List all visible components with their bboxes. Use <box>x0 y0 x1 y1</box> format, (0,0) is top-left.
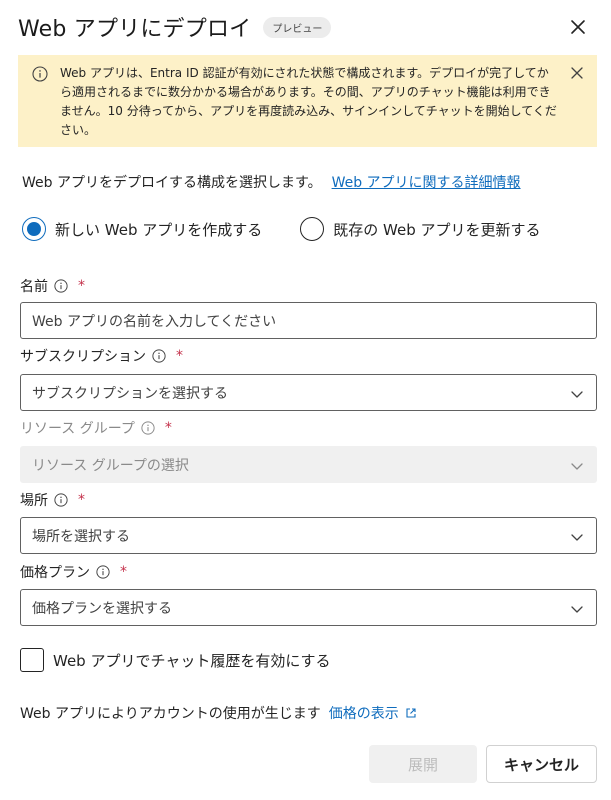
resource-group-label-text: リソース グループ <box>20 421 135 437</box>
chat-history-label: Web アプリでチャット履歴を有効にする <box>53 651 331 670</box>
pricing-plan-label-text: 価格プラン <box>20 565 90 581</box>
radio-create-new[interactable]: 新しい Web アプリを作成する <box>22 217 262 241</box>
required-marker: * <box>78 492 85 508</box>
info-icon[interactable] <box>96 565 110 579</box>
learn-more-link[interactable]: Web アプリに関する詳細情報 <box>332 175 521 191</box>
dialog-title: Web アプリにデプロイ <box>18 17 252 42</box>
location-select-value: 場所を選択する <box>32 528 130 545</box>
radio-update-existing[interactable]: 既存の Web アプリを更新する <box>300 217 541 241</box>
resource-group-label: リソース グループ * <box>20 418 172 438</box>
required-marker: * <box>78 278 85 294</box>
subscription-select-value: サブスクリプションを選択する <box>32 385 228 402</box>
name-label-text: 名前 <box>20 279 48 295</box>
close-icon[interactable] <box>566 15 590 39</box>
view-pricing-link[interactable]: 価格の表示 <box>329 703 417 723</box>
deploy-button[interactable]: 展開 <box>369 745 477 783</box>
info-icon[interactable] <box>54 279 68 293</box>
location-label-text: 場所 <box>20 493 48 509</box>
radio-selected-indicator[interactable] <box>22 217 46 241</box>
info-banner: Web アプリは、Entra ID 認証が有効にされた状態で構成されます。デプロ… <box>18 55 597 147</box>
chevron-down-icon <box>571 391 583 398</box>
location-label: 場所 * <box>20 490 85 510</box>
required-marker: * <box>120 564 127 580</box>
resource-group-select-value: リソース グループの選択 <box>32 457 189 474</box>
info-icon[interactable] <box>54 493 68 507</box>
location-select[interactable]: 場所を選択する <box>20 517 597 554</box>
required-marker: * <box>176 348 183 364</box>
dismiss-icon[interactable] <box>568 64 586 82</box>
view-pricing-link-text: 価格の表示 <box>328 706 399 722</box>
pricing-plan-label: 価格プラン * <box>20 562 127 582</box>
info-icon[interactable] <box>152 349 166 363</box>
pricing-plan-select[interactable]: 価格プランを選択する <box>20 589 597 626</box>
chevron-down-icon <box>571 463 583 470</box>
info-icon <box>32 66 48 82</box>
radio-dot <box>27 222 41 236</box>
deploy-mode-radio-group: 新しい Web アプリを作成する 既存の Web アプリを更新する <box>22 216 597 242</box>
info-icon[interactable] <box>141 421 155 435</box>
chevron-down-icon <box>571 606 583 613</box>
intro-description: Web アプリをデプロイする構成を選択します。 <box>22 175 322 191</box>
pricing-note: Web アプリによりアカウントの使用が生じます 価格の表示 <box>20 703 417 723</box>
chat-history-option[interactable]: Web アプリでチャット履歴を有効にする <box>20 648 330 672</box>
radio-update-existing-label: 既存の Web アプリを更新する <box>333 220 541 239</box>
subscription-select[interactable]: サブスクリプションを選択する <box>20 374 597 411</box>
resource-group-select: リソース グループの選択 <box>20 446 597 483</box>
cancel-button[interactable]: キャンセル <box>486 745 597 783</box>
chevron-down-icon <box>571 534 583 541</box>
external-link-icon <box>406 708 416 718</box>
radio-create-new-label: 新しい Web アプリを作成する <box>55 220 263 239</box>
dialog-header: Web アプリにデプロイ プレビュー <box>18 10 598 44</box>
pricing-note-text: Web アプリによりアカウントの使用が生じます <box>20 706 321 722</box>
banner-message: Web アプリは、Entra ID 認証が有効にされた状態で構成されます。デプロ… <box>60 66 557 137</box>
radio-unselected-indicator[interactable] <box>300 217 325 241</box>
pricing-plan-select-value: 価格プランを選択する <box>32 600 172 617</box>
name-label: 名前 * <box>20 276 85 296</box>
name-input[interactable]: Web アプリの名前を入力してください <box>20 302 597 339</box>
subscription-label: サブスクリプション * <box>20 346 183 366</box>
chat-history-checkbox[interactable] <box>20 648 44 672</box>
preview-badge: プレビュー <box>263 16 332 38</box>
required-marker: * <box>164 420 172 436</box>
intro-text: Web アプリをデプロイする構成を選択します。 Web アプリに関する詳細情報 <box>22 172 597 192</box>
name-input-placeholder: Web アプリの名前を入力してください <box>32 313 277 330</box>
subscription-label-text: サブスクリプション <box>20 349 146 365</box>
